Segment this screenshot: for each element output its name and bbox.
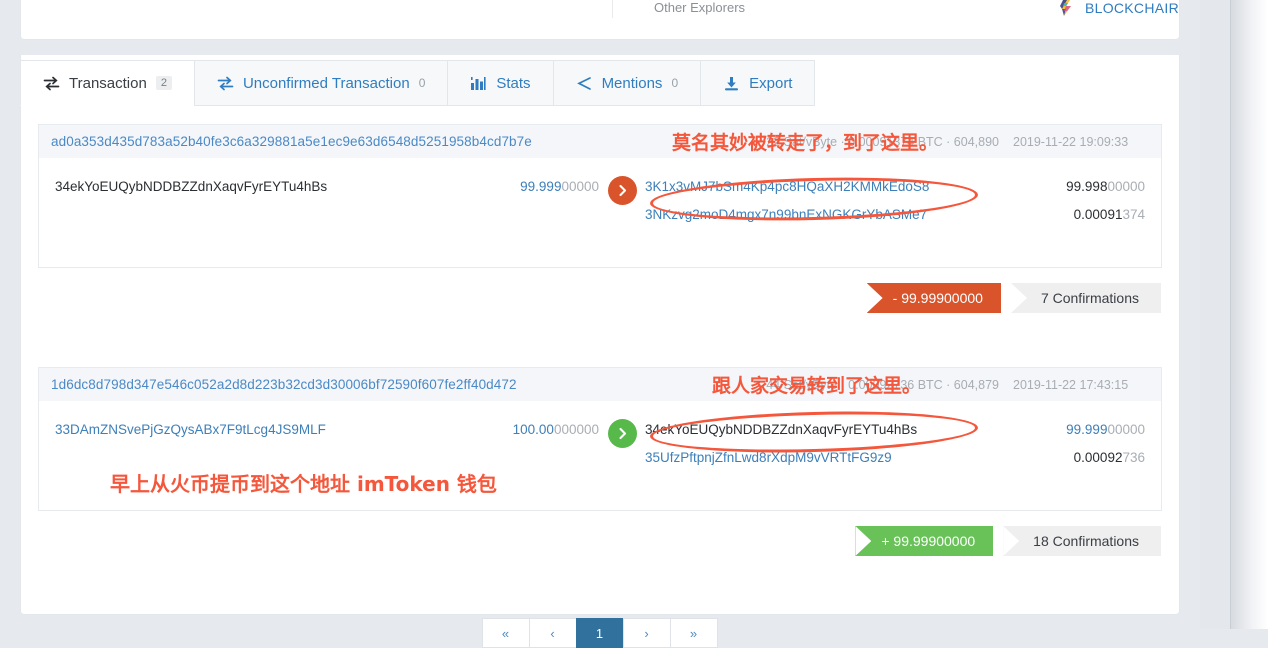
output-address[interactable]: 3NKzvg2moD4mgx7n99bnExNGKGrYbASMe7 <box>645 207 927 222</box>
output-amount: 0.00092736 <box>1073 449 1145 465</box>
tab-export[interactable]: Export <box>700 60 816 106</box>
bar-chart-icon <box>470 76 487 91</box>
transaction-body: 33DAmZNSvePjGzQysABx7F9tLcg4JS9MLF 100.0… <box>38 401 1162 556</box>
output-address[interactable]: 34ekYoEUQybNDDBZZdnXaqvFyrEYTu4hBs <box>645 422 917 437</box>
tab-mentions-count: 0 <box>671 76 679 90</box>
transaction-timestamp: 2019-11-22 19:09:33 <box>1013 134 1129 149</box>
tab-unconfirmed-transaction[interactable]: Unconfirmed Transaction 0 <box>193 60 449 106</box>
transaction-badges: - 99.99900000 7 Confirmations <box>866 283 1161 313</box>
transaction-timestamp: 2019-11-22 17:43:15 <box>1013 377 1129 392</box>
confirmations-badge: 18 Confirmations <box>1003 526 1161 556</box>
output-row: 35UfzPftpnjZfnLwd8rXdpM9vVRTtFG9z9 0.000… <box>645 443 1145 471</box>
tab-stats[interactable]: Stats <box>447 60 554 106</box>
tab-transaction-count: 2 <box>155 76 172 90</box>
pagination-prev[interactable]: ‹ <box>528 618 577 648</box>
input-amount: 100.00000000 <box>512 421 599 437</box>
page-right-margin <box>1200 0 1230 629</box>
tab-export-label: Export <box>749 74 793 92</box>
transaction-header: 1d6dc8d798d347e546c052a2d8d223b32cd3d300… <box>38 367 1162 401</box>
chevron-right-circle-icon[interactable] <box>607 419 637 448</box>
tab-unconfirmed-transaction-count: 0 <box>418 76 426 90</box>
output-address[interactable]: 3K1x3vMJ7bSm4Kp4pc8HQaXH2KMMkEdoS8 <box>645 179 929 194</box>
direction-arrow <box>599 172 645 205</box>
tab-unconfirmed-transaction-label: Unconfirmed Transaction <box>242 74 410 92</box>
output-row: 34ekYoEUQybNDDBZZdnXaqvFyrEYTu4hBs 99.99… <box>645 415 1145 443</box>
chevron-right-circle-icon[interactable] <box>607 176 637 205</box>
tab-transaction-label: Transaction <box>69 74 147 92</box>
output-amount: 0.00091374 <box>1073 206 1145 222</box>
inputs-column: 33DAmZNSvePjGzQysABx7F9tLcg4JS9MLF 100.0… <box>39 415 599 443</box>
transaction-meta: 22 Sat/vByte · 0.00091374 BTC · 604,890 <box>766 134 999 149</box>
output-row: 3K1x3vMJ7bSm4Kp4pc8HQaXH2KMMkEdoS8 99.99… <box>645 172 1145 200</box>
transaction-hash-link[interactable]: ad0a353d435d783a52b40fe3c6a329881a5e1ec9… <box>39 134 532 149</box>
tab-mentions-label: Mentions <box>601 74 663 92</box>
transaction-row: ad0a353d435d783a52b40fe3c6a329881a5e1ec9… <box>38 124 1162 313</box>
input-amount: 99.99900000 <box>520 178 599 194</box>
download-icon <box>723 76 740 91</box>
confirmations-badge: 7 Confirmations <box>1010 283 1161 313</box>
blockchair-label: BLOCKCHAIR <box>1084 0 1179 16</box>
card-divider <box>612 0 613 18</box>
outputs-column: 3K1x3vMJ7bSm4Kp4pc8HQaXH2KMMkEdoS8 99.99… <box>645 172 1161 228</box>
transfer-arrows-icon <box>217 76 234 91</box>
input-row: 33DAmZNSvePjGzQysABx7F9tLcg4JS9MLF 100.0… <box>55 415 599 443</box>
pagination-next[interactable]: › <box>622 618 671 648</box>
direction-arrow <box>599 415 645 448</box>
tab-bar: Transaction 2 Unconfirmed Transaction 0 … <box>20 60 1180 106</box>
output-amount: 99.99800000 <box>1066 178 1145 194</box>
input-row: 34ekYoEUQybNDDBZZdnXaqvFyrEYTu4hBs 99.99… <box>55 172 599 200</box>
pagination-page-1[interactable]: 1 <box>575 618 624 648</box>
tab-mentions[interactable]: Mentions 0 <box>552 60 702 106</box>
output-amount: 99.99900000 <box>1066 421 1145 437</box>
pagination-last[interactable]: » <box>669 618 718 648</box>
value-badge: + 99.99900000 <box>855 526 994 556</box>
inputs-outputs: 34ekYoEUQybNDDBZZdnXaqvFyrEYTu4hBs 99.99… <box>39 172 1161 228</box>
blockchair-link[interactable]: BLOCKCHAIR <box>1057 0 1179 18</box>
transaction-badges: + 99.99900000 18 Confirmations <box>855 526 1161 556</box>
tab-transaction[interactable]: Transaction 2 <box>20 60 195 106</box>
page-scrollbar[interactable] <box>1230 0 1268 629</box>
value-badge: - 99.99900000 <box>866 283 1001 313</box>
page-root: Other Explorers BLOCKCHAIR Transaction 2 <box>0 0 1268 648</box>
transaction-hash-link[interactable]: 1d6dc8d798d347e546c052a2d8d223b32cd3d300… <box>39 377 517 392</box>
transaction-body: 34ekYoEUQybNDDBZZdnXaqvFyrEYTu4hBs 99.99… <box>38 158 1162 313</box>
pagination-first[interactable]: « <box>481 618 530 648</box>
other-explorers-label: Other Explorers <box>654 0 746 15</box>
pagination: « ‹ 1 › » <box>38 618 1162 648</box>
tab-stats-label: Stats <box>496 74 531 92</box>
inputs-outputs: 33DAmZNSvePjGzQysABx7F9tLcg4JS9MLF 100.0… <box>39 415 1161 471</box>
output-row: 3NKzvg2moD4mgx7n99bnExNGKGrYbASMe7 0.000… <box>645 200 1145 228</box>
outputs-column: 34ekYoEUQybNDDBZZdnXaqvFyrEYTu4hBs 99.99… <box>645 415 1161 471</box>
transaction-header: ad0a353d435d783a52b40fe3c6a329881a5e1ec9… <box>38 124 1162 158</box>
output-address[interactable]: 35UfzPftpnjZfnLwd8rXdpM9vVRTtFG9z9 <box>645 450 892 465</box>
transfer-arrows-icon <box>43 76 60 91</box>
other-explorers-card <box>20 0 1180 40</box>
blockchair-logo-icon <box>1057 0 1077 18</box>
transaction-meta: 44 Sat/vByte · 0.00092736 BTC · 604,879 <box>766 377 999 392</box>
input-address[interactable]: 34ekYoEUQybNDDBZZdnXaqvFyrEYTu4hBs <box>55 179 327 194</box>
inputs-column: 34ekYoEUQybNDDBZZdnXaqvFyrEYTu4hBs 99.99… <box>39 172 599 200</box>
share-nodes-icon <box>576 76 593 91</box>
transaction-row: 1d6dc8d798d347e546c052a2d8d223b32cd3d300… <box>38 367 1162 556</box>
input-address[interactable]: 33DAmZNSvePjGzQysABx7F9tLcg4JS9MLF <box>55 422 326 437</box>
